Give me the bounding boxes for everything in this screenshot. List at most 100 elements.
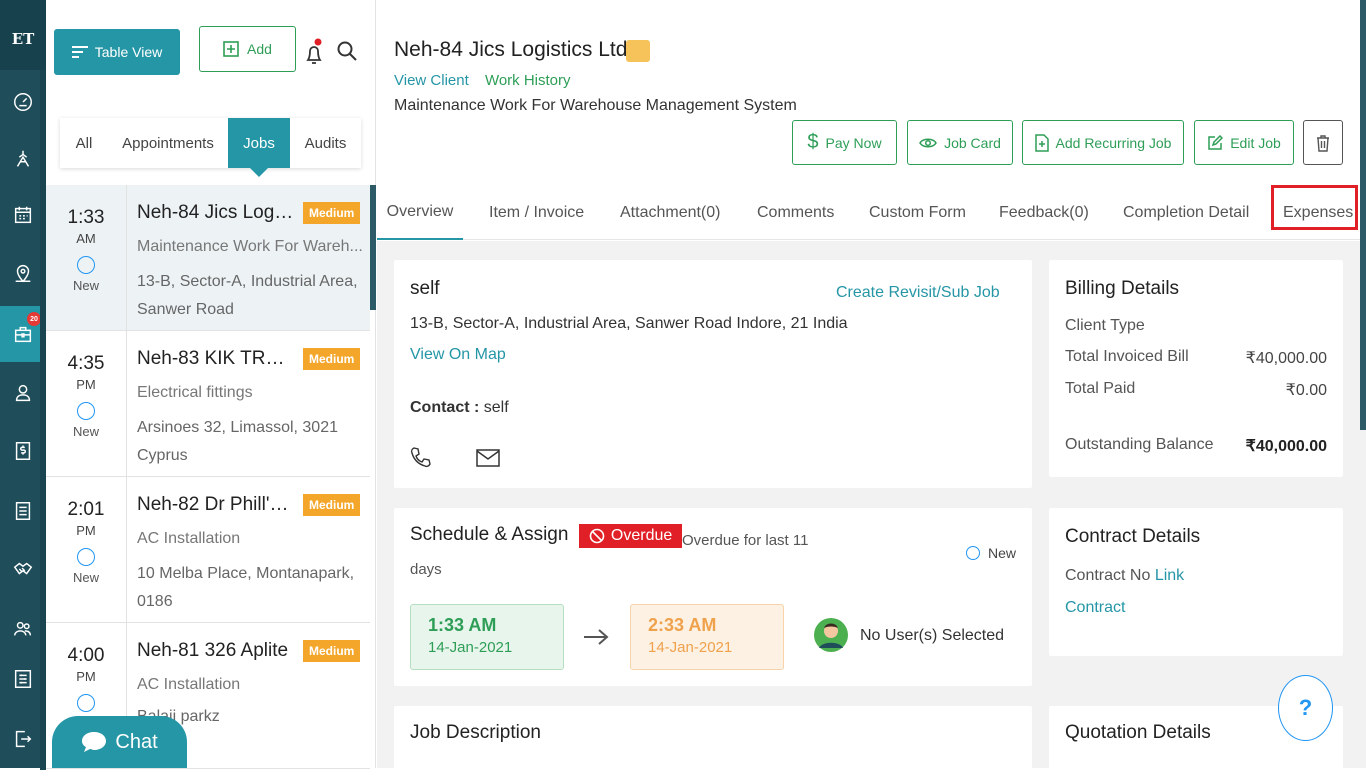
- job-list-scrollbar[interactable]: [370, 185, 376, 310]
- help-button[interactable]: ?: [1278, 675, 1333, 741]
- email-icon[interactable]: [476, 449, 500, 467]
- contact-label: Contact :: [410, 399, 480, 416]
- view-on-map-link[interactable]: View On Map: [410, 346, 506, 364]
- client-address: 13-B, Sector-A, Industrial Area, Sanwer …: [410, 315, 848, 332]
- add-job-button[interactable]: Add: [199, 26, 296, 72]
- tab-jobs[interactable]: Jobs: [228, 118, 290, 177]
- start-date: 14-Jan-2021: [428, 639, 513, 656]
- chat-bubble-icon: [82, 732, 107, 752]
- tab-feedback[interactable]: Feedback(0): [999, 185, 1089, 240]
- tab-custom-form[interactable]: Custom Form: [869, 185, 966, 240]
- file-plus-icon: [1034, 133, 1049, 152]
- job-address: Arsinoes 32, Limassol, 3021 Cyprus: [137, 419, 338, 464]
- contract-link-2[interactable]: Contract: [1065, 599, 1125, 617]
- create-revisit-link[interactable]: Create Revisit/Sub Job: [836, 284, 1000, 302]
- tab-comments[interactable]: Comments: [757, 185, 834, 240]
- quotation-title: Quotation Details: [1065, 722, 1211, 743]
- pay-now-label: Pay Now: [825, 134, 882, 151]
- job-status: New: [72, 570, 99, 585]
- table-view-button[interactable]: Table View: [54, 29, 180, 75]
- avatar[interactable]: [814, 618, 848, 652]
- job-status: New: [72, 278, 99, 293]
- job-ampm: AM: [76, 231, 96, 246]
- contract-no-label: Contract No: [1065, 567, 1151, 584]
- contract-title: Contract Details: [1065, 526, 1201, 547]
- contact-row: Contact : self: [410, 399, 509, 417]
- job-status: New: [72, 424, 99, 439]
- status-circle-icon: [77, 256, 95, 274]
- overdue-unit: days: [410, 561, 442, 578]
- tab-appointments[interactable]: Appointments: [108, 118, 228, 168]
- edit-icon: [1208, 134, 1224, 150]
- job-title: Neh-81 326 Aplite: [137, 640, 289, 661]
- search-icon[interactable]: [336, 40, 358, 67]
- schedule-status: New: [988, 545, 1017, 561]
- total-paid-value: ₹0.00: [1285, 382, 1327, 399]
- end-time: 2:33 AM: [648, 615, 717, 635]
- left-rail: ET 20: [0, 0, 46, 770]
- contact-value: self: [483, 399, 509, 416]
- total-invoiced-label: Total Invoiced Bill: [1065, 348, 1189, 365]
- end-time-box[interactable]: 2:33 AM 14-Jan-2021: [630, 604, 784, 670]
- contract-link[interactable]: Link: [1155, 567, 1184, 584]
- job-time: 1:33: [67, 207, 105, 228]
- tab-audits[interactable]: Audits: [290, 118, 361, 168]
- job-subtitle: AC Installation: [137, 530, 241, 547]
- tab-attachment[interactable]: Attachment(0): [620, 185, 720, 240]
- job-list-item[interactable]: 4:35 PM New Neh-83 KIK TRAD... Medium El…: [46, 331, 370, 477]
- ban-icon: [589, 528, 605, 544]
- job-subtitle: Maintenance Work For Wareh...: [137, 238, 363, 255]
- pay-now-button[interactable]: $ Pay Now: [792, 120, 897, 165]
- overview-content: self Create Revisit/Sub Job 13-B, Sector…: [377, 241, 1366, 776]
- phone-icon[interactable]: [410, 446, 432, 468]
- client-type-label: Client Type: [1065, 317, 1145, 334]
- add-recurring-label: Add Recurring Job: [1055, 134, 1172, 151]
- job-subtitle: AC Installation: [137, 676, 241, 693]
- job-card-label: Job Card: [944, 134, 1001, 151]
- job-title: Neh-82 Dr Phill's ...: [137, 494, 297, 515]
- app-logo[interactable]: ET: [0, 0, 46, 70]
- edit-job-button[interactable]: Edit Job: [1194, 120, 1294, 165]
- dollar-sign-icon: $: [807, 131, 819, 153]
- expenses-tab-highlight: [1271, 185, 1358, 230]
- outstanding-label: Outstanding Balance: [1065, 436, 1214, 453]
- jobs-count-badge: 20: [27, 312, 41, 326]
- status-circle-icon: [966, 546, 980, 560]
- billing-title: Billing Details: [1065, 278, 1180, 299]
- overdue-label: Overdue: [610, 527, 673, 544]
- priority-badge: Medium: [303, 640, 361, 662]
- tab-overview[interactable]: Overview: [377, 185, 463, 240]
- schedule-header: Schedule & Assign Overdue: [410, 524, 683, 548]
- delete-button[interactable]: [1303, 120, 1343, 165]
- job-card-button[interactable]: Job Card: [907, 120, 1013, 165]
- job-time-column: 1:33 AM New: [46, 185, 127, 330]
- tab-all[interactable]: All: [60, 118, 108, 168]
- add-label: Add: [247, 41, 272, 57]
- table-view-label: Table View: [94, 44, 163, 60]
- job-ampm: PM: [76, 669, 96, 684]
- briefcase-icon: [626, 40, 650, 62]
- job-address: 13-B, Sector-A, Industrial Area, Sanwer …: [137, 273, 358, 318]
- work-history-link[interactable]: Work History: [485, 72, 571, 89]
- start-time-box[interactable]: 1:33 AM 14-Jan-2021: [410, 604, 564, 670]
- tab-item-invoice[interactable]: Item / Invoice: [489, 185, 584, 240]
- list-lines-icon: [71, 46, 88, 58]
- total-paid-label: Total Paid: [1065, 380, 1136, 397]
- bell-icon[interactable]: [304, 38, 324, 71]
- job-time: 4:35: [67, 353, 105, 374]
- tab-completion-detail[interactable]: Completion Detail: [1123, 185, 1249, 240]
- job-description-title: Job Description: [410, 722, 541, 743]
- view-client-link[interactable]: View Client: [394, 72, 469, 89]
- job-list-item[interactable]: 1:33 AM New Neh-84 Jics Logist... Medium…: [46, 185, 370, 331]
- add-recurring-job-button[interactable]: Add Recurring Job: [1022, 120, 1184, 165]
- end-date: 14-Jan-2021: [648, 639, 733, 656]
- main-scrollbar[interactable]: [1360, 0, 1366, 430]
- status-circle-icon: [77, 402, 95, 420]
- priority-badge: Medium: [303, 494, 361, 516]
- plus-square-icon: [223, 41, 239, 57]
- job-list-item[interactable]: 2:01 PM New Neh-82 Dr Phill's ... Medium…: [46, 477, 370, 623]
- trash-icon: [1317, 134, 1329, 152]
- edit-job-label: Edit Job: [1230, 134, 1281, 151]
- assignee-text: No User(s) Selected: [860, 627, 1005, 644]
- chat-button[interactable]: Chat: [52, 716, 187, 768]
